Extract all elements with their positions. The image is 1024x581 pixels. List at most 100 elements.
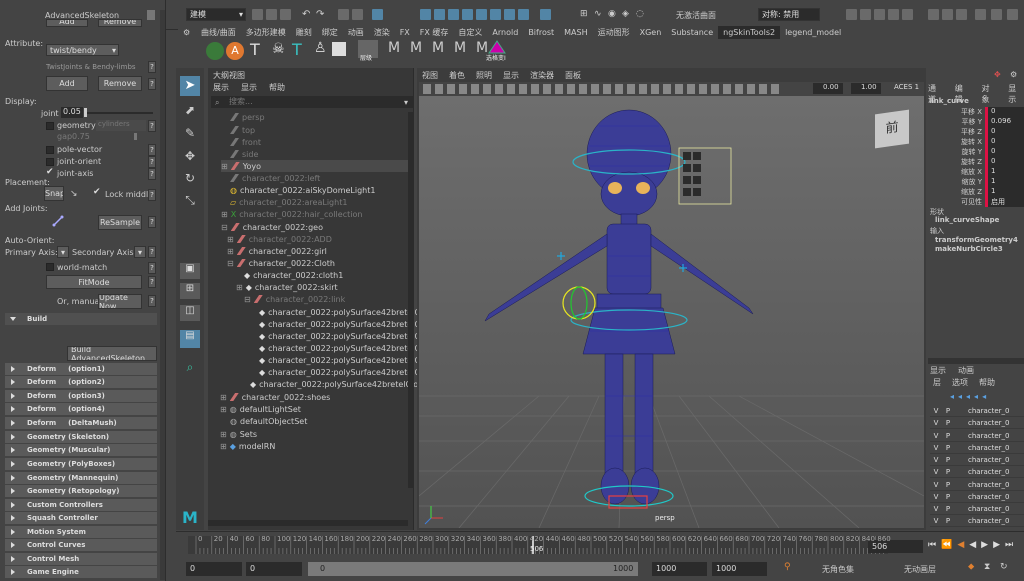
shelf-tab[interactable]: MASH [559, 26, 592, 39]
search-icon[interactable]: ⌕ [180, 360, 200, 378]
attribute-editor-icon[interactable] [991, 9, 1002, 20]
shelf-tab[interactable]: 动画 [343, 26, 369, 39]
select-edge-icon[interactable] [448, 9, 459, 20]
layer-playback[interactable]: P [942, 419, 954, 427]
shelf-tab[interactable]: 渲染 [369, 26, 395, 39]
list-item[interactable]: ⊟ character_0022:Cloth [227, 257, 335, 269]
paint-select-icon[interactable]: ✎ [180, 123, 200, 143]
help-button[interactable]: ? [148, 120, 156, 132]
section-deform-deltamush[interactable]: Deform (DeltaMush) [5, 417, 157, 429]
help-button[interactable]: ? [148, 78, 156, 90]
channel-visibility[interactable]: 可见性 启用 [930, 197, 1024, 207]
channel-tab[interactable]: 显示 [1008, 83, 1024, 105]
shelf-tab[interactable]: legend_model [780, 26, 846, 39]
section-deform-3[interactable]: Deform (option3) [5, 390, 157, 402]
select-curve-icon[interactable] [490, 9, 501, 20]
select-vertex-icon[interactable] [434, 9, 445, 20]
scale-tool-icon[interactable]: ⤡ [180, 190, 200, 210]
viewport-canvas[interactable]: 前 persp [419, 96, 924, 528]
shelf-tab[interactable]: Substance [666, 26, 718, 39]
list-item[interactable]: ⊟ character_0022:geo [221, 221, 323, 233]
layer-playback[interactable]: P [942, 481, 954, 489]
layer-row[interactable]: V Pcharacter_0 [930, 406, 1024, 417]
section-geometry-skeleton[interactable]: Geometry (Skeleton) [5, 431, 157, 443]
list-item[interactable]: ⊞ Xcharacter_0022:hair_collection [221, 208, 362, 220]
step-forward-frame-icon[interactable]: ▶ [993, 540, 1000, 550]
light-editor-icon[interactable] [942, 9, 953, 20]
channel-box-icon[interactable] [1007, 9, 1018, 20]
section-motion-system[interactable]: Motion System [5, 526, 157, 538]
select-shape-icon[interactable] [488, 40, 506, 54]
arnold-settings-icon[interactable] [956, 9, 967, 20]
layer-visible[interactable]: V [930, 456, 942, 464]
shelf-tab[interactable]: 自定义 [453, 26, 487, 39]
layer-tab[interactable]: 显示 [930, 365, 946, 376]
section-deform-4[interactable]: Deform (option4) [5, 403, 157, 415]
layer-playback[interactable]: P [942, 407, 954, 415]
shelf-menu-icon[interactable]: ⚙ [178, 26, 196, 39]
shelf-tab[interactable]: FX [395, 26, 415, 39]
snap-point-icon[interactable]: ◉ [608, 9, 619, 20]
playback-start-field[interactable]: 0 [246, 562, 302, 576]
layer-menu-item[interactable]: 层 [933, 377, 941, 388]
add-button[interactable]: Add [46, 76, 88, 91]
outliner-menu-item[interactable]: 帮助 [269, 82, 285, 93]
play-back-icon[interactable]: ◀ [969, 540, 976, 550]
section-custom-controllers[interactable]: Custom Controllers [5, 499, 157, 511]
attr-value[interactable]: 1 [985, 167, 1024, 177]
section-control-curves[interactable]: Control Curves [5, 539, 157, 551]
snap-grid-icon[interactable]: ⊞ [580, 9, 591, 20]
add-button-top[interactable]: Add [46, 19, 88, 27]
outliner-menu-item[interactable]: 显示 [241, 82, 257, 93]
joint-axis-checkbox[interactable]: ✔ [46, 167, 54, 177]
layer-row[interactable]: V Pcharacter_0 [930, 492, 1024, 503]
layer-visible[interactable]: V [930, 481, 942, 489]
key-icon[interactable]: ⬥ [968, 562, 974, 572]
list-item[interactable]: ◆ character_0022:polySurface42bretelCl [259, 354, 422, 366]
fitmode-button[interactable]: FitMode [46, 275, 142, 289]
section-geometry-mannequin[interactable]: Geometry (Mannequin) [5, 472, 157, 484]
help-button[interactable]: ? [148, 295, 156, 307]
layer-visible[interactable]: V [930, 517, 942, 525]
scroll-top-icon[interactable] [147, 10, 155, 20]
m-tool-icon[interactable]: M [410, 40, 422, 56]
list-item[interactable]: ◍ defaultObjectSet [230, 415, 307, 427]
attr-value[interactable]: 0.096 [985, 117, 1024, 127]
snap-button[interactable]: Snap [44, 186, 64, 201]
save-scene-icon[interactable] [280, 9, 291, 20]
layer-row[interactable]: V Pcharacter_0 [930, 480, 1024, 491]
end-frame-field[interactable]: 1000 [712, 562, 767, 576]
layer-visible[interactable]: V [930, 468, 942, 476]
build-section-header[interactable]: Build [5, 313, 157, 325]
list-item[interactable]: ◆ character_0022:polySurface42bretelCl [259, 318, 422, 330]
layer-row[interactable]: V Pcharacter_0 [930, 516, 1024, 527]
list-item[interactable]: ⊞ character_0022:shoes [220, 391, 330, 403]
layer-playback[interactable]: P [942, 456, 954, 464]
viewport-menu-item[interactable]: 面板 [565, 70, 581, 81]
list-item[interactable]: ⊞ ◍ defaultLightSet [220, 403, 301, 415]
figure-icon[interactable]: ♙ [314, 40, 327, 56]
list-item[interactable]: top [230, 124, 255, 136]
ipr-render-icon[interactable] [860, 9, 871, 20]
open-scene-icon[interactable] [266, 9, 277, 20]
list-item[interactable]: ◍ character_0022:aiSkyDomeLight1 [230, 184, 375, 196]
four-layout-icon[interactable]: ⊞ [180, 283, 200, 299]
channel-translate-z[interactable]: 平移 Z0 [930, 127, 1024, 137]
select-face-icon[interactable] [462, 9, 473, 20]
select-surface-icon[interactable] [504, 9, 515, 20]
select-deformer-icon[interactable] [518, 9, 529, 20]
channel-scale-y[interactable]: 缩放 Y1 [930, 177, 1024, 187]
anim-layer-dropdown[interactable]: 无动画层 [904, 564, 936, 575]
layer-tab[interactable]: 动画 [958, 365, 974, 376]
joint-size-slider[interactable] [85, 112, 153, 114]
select-object-icon[interactable] [352, 9, 363, 20]
help-button[interactable]: ? [148, 168, 156, 180]
new-scene-icon[interactable] [252, 9, 263, 20]
skeleton-t-icon[interactable]: T [250, 40, 260, 59]
shelf-tab[interactable]: 运动图形 [593, 26, 635, 39]
layer-playback[interactable]: P [942, 517, 954, 525]
range-slider-handle[interactable] [308, 562, 638, 576]
primary-axis-dropdown[interactable]: ▾ [57, 246, 69, 258]
arnold-render-icon[interactable] [928, 9, 939, 20]
viewport-toolbar-icons[interactable] [423, 84, 783, 94]
